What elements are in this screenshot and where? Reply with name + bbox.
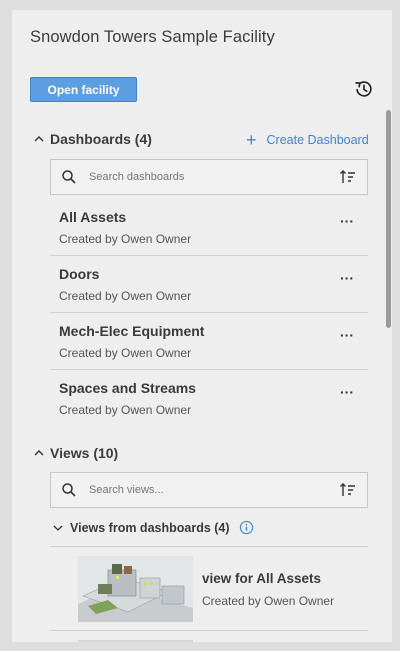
plus-icon: + xyxy=(246,130,257,150)
dashboard-created-by: Created by Owen Owner xyxy=(59,403,192,417)
open-facility-button[interactable]: Open facility xyxy=(30,77,137,102)
dashboard-search-input[interactable] xyxy=(89,171,339,183)
dashboard-item[interactable]: All Assets Created by Owen Owner ··· xyxy=(50,199,368,256)
views-from-dashboards-toggle[interactable]: Views from dashboards (4) xyxy=(52,520,254,535)
sort-icon[interactable] xyxy=(339,169,357,185)
more-icon[interactable]: ··· xyxy=(340,327,354,343)
view-thumbnail-partial xyxy=(78,640,193,642)
search-icon xyxy=(62,483,76,497)
dashboard-item[interactable]: Doors Created by Owen Owner ··· xyxy=(50,256,368,313)
dashboards-header: Dashboards (4) xyxy=(50,131,152,147)
dashboard-search-box xyxy=(50,159,368,195)
more-icon[interactable]: ··· xyxy=(340,384,354,400)
views-search-box xyxy=(50,472,368,508)
dashboard-item[interactable]: Mech-Elec Equipment Created by Owen Owne… xyxy=(50,313,368,370)
dashboard-name: Mech-Elec Equipment xyxy=(59,323,205,339)
sort-icon[interactable] xyxy=(339,482,357,498)
views-from-dashboards-label: Views from dashboards (4) xyxy=(70,520,230,535)
view-name: view for All Assets xyxy=(202,571,322,586)
dashboards-section-toggle[interactable]: Dashboards (4) xyxy=(32,131,152,147)
view-thumbnail xyxy=(78,556,193,622)
chevron-up-icon xyxy=(34,136,44,142)
divider xyxy=(50,546,368,547)
facility-title: Snowdon Towers Sample Facility xyxy=(30,28,275,46)
create-dashboard-button[interactable]: + Create Dashboard xyxy=(246,131,369,149)
dashboard-created-by: Created by Owen Owner xyxy=(59,289,192,303)
views-section-toggle[interactable]: Views (10) xyxy=(32,445,118,461)
dashboard-name: All Assets xyxy=(59,209,127,225)
more-icon[interactable]: ··· xyxy=(340,213,354,229)
dashboard-name: Spaces and Streams xyxy=(59,380,196,396)
info-icon[interactable] xyxy=(239,520,254,535)
divider xyxy=(50,630,368,631)
create-dashboard-label: Create Dashboard xyxy=(266,133,369,147)
dashboard-item[interactable]: Spaces and Streams Created by Owen Owner… xyxy=(50,370,368,427)
scrollbar-thumb[interactable] xyxy=(386,110,391,328)
facility-panel: Snowdon Towers Sample Facility Open faci… xyxy=(12,10,392,642)
dashboard-created-by: Created by Owen Owner xyxy=(59,346,192,360)
history-icon[interactable] xyxy=(353,78,375,100)
view-item[interactable]: view for All Assets Created by Owen Owne… xyxy=(78,556,368,626)
dashboard-name: Doors xyxy=(59,266,100,282)
more-icon[interactable]: ··· xyxy=(340,270,354,286)
view-created-by: Created by Owen Owner xyxy=(202,594,335,608)
views-search-input[interactable] xyxy=(89,484,339,496)
chevron-down-icon xyxy=(53,525,63,531)
dashboard-created-by: Created by Owen Owner xyxy=(59,232,192,246)
search-icon xyxy=(62,170,76,184)
views-header: Views (10) xyxy=(50,445,119,461)
chevron-up-icon xyxy=(34,450,44,456)
